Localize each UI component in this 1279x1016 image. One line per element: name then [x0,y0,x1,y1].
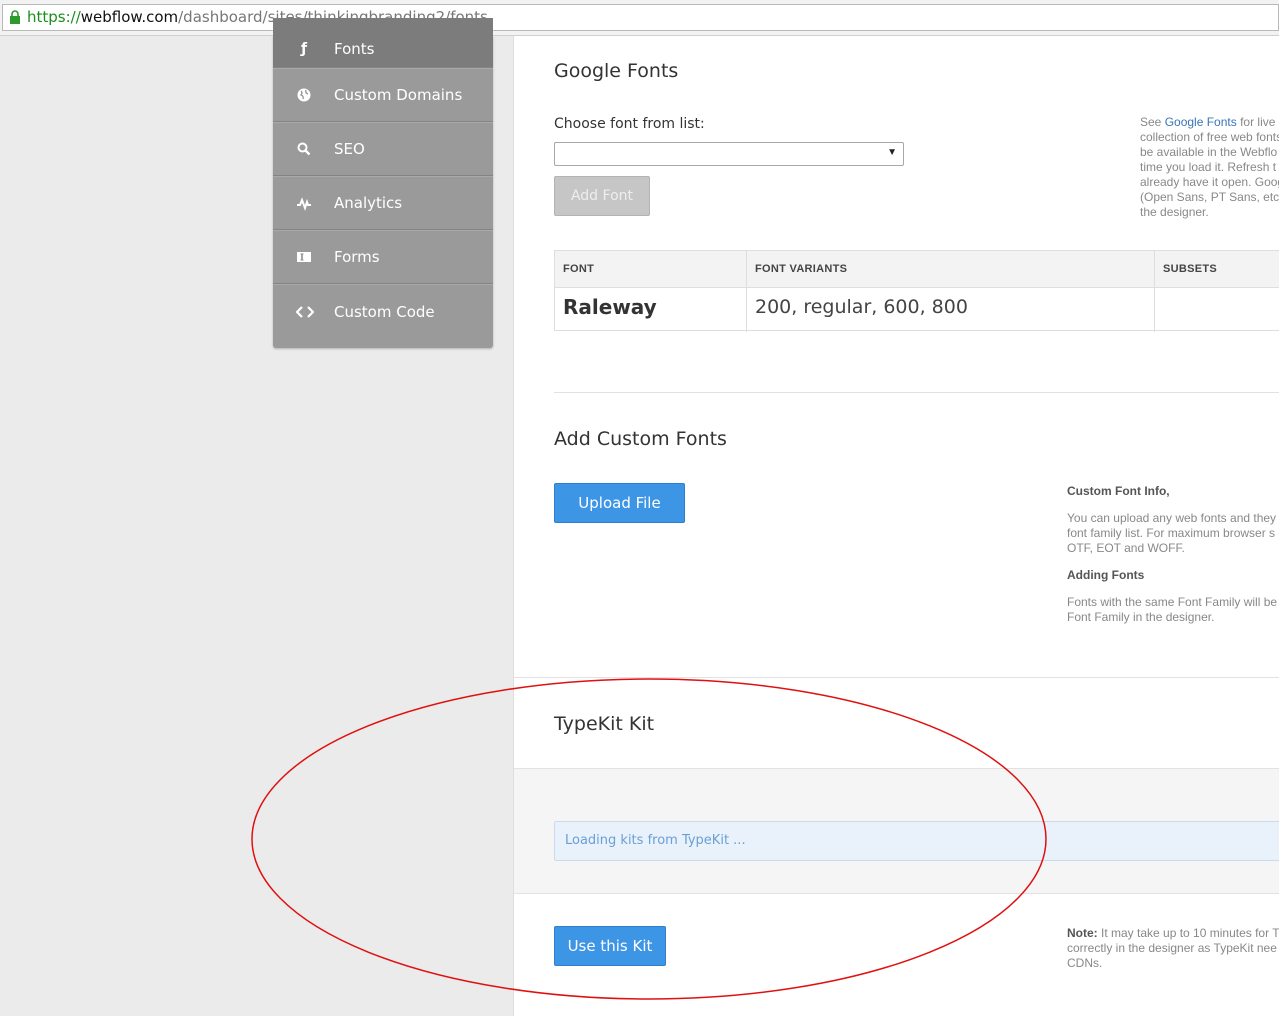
sidebar-item-analytics[interactable]: Analytics [273,176,493,230]
sidebar-item-fonts[interactable]: ƒ Fonts [273,18,493,68]
sidebar-item-seo[interactable]: SEO [273,122,493,176]
dropdown-arrow-icon: ▼ [887,147,897,158]
sidebar-item-custom-domains[interactable]: Custom Domains [273,68,493,122]
sidebar-item-label: Forms [334,248,380,266]
google-fonts-table: FONT FONT VARIANTS SUBSETS Raleway 200, … [554,250,1279,332]
typekit-note: Note: It may take up to 10 minutes for T… [1067,926,1279,970]
custom-fonts-title: Add Custom Fonts [554,428,727,450]
lock-icon [10,10,20,24]
column-divider [746,251,747,332]
custom-font-info: Custom Font Info, You can upload any web… [1067,484,1278,624]
table-header: FONT FONT VARIANTS SUBSETS [555,251,1279,288]
browser-address-bar: https://webflow.com/dashboard/sites/thin… [0,0,1279,36]
sidebar-item-label: SEO [334,140,365,158]
url-field[interactable]: https://webflow.com/dashboard/sites/thin… [2,4,1279,31]
font-icon: ƒ [300,41,308,58]
font-name-cell: Raleway [563,295,657,319]
add-font-button[interactable]: Add Font [554,176,650,216]
column-header-subsets: SUBSETS [1163,263,1218,275]
column-header-font: FONT [563,263,595,275]
search-icon [296,141,312,157]
globe-icon [296,87,312,103]
google-font-select[interactable]: ▼ [554,142,904,166]
annotation-ellipse-stroke [251,678,1047,1000]
google-fonts-link[interactable]: Google Fonts [1165,115,1237,129]
sidebar-item-label: Fonts [334,40,375,59]
upload-file-button[interactable]: Upload File [554,483,685,523]
sidebar-item-custom-code[interactable]: Custom Code [273,284,493,338]
google-fonts-info: See Google Fonts for live collection of … [1140,115,1279,219]
sidebar-item-label: Custom Domains [334,86,463,104]
annotation-ellipse [251,678,1047,1000]
column-divider [1154,251,1155,332]
google-fonts-title: Google Fonts [554,60,679,82]
code-icon [295,304,315,320]
form-icon [296,249,312,265]
sidebar-item-label: Analytics [334,194,403,212]
sidebar-item-forms[interactable]: Forms [273,230,493,284]
sidebar-item-label: Custom Code [334,302,435,321]
settings-sidebar: ƒ Fonts Custom Domains SEO Analytics For… [273,18,493,348]
font-variants-cell: 200, regular, 600, 800 [755,296,968,318]
column-header-variants: FONT VARIANTS [755,263,848,275]
choose-font-label: Choose font from list: [554,116,705,132]
section-divider [554,392,1279,393]
pulse-icon [296,195,312,211]
